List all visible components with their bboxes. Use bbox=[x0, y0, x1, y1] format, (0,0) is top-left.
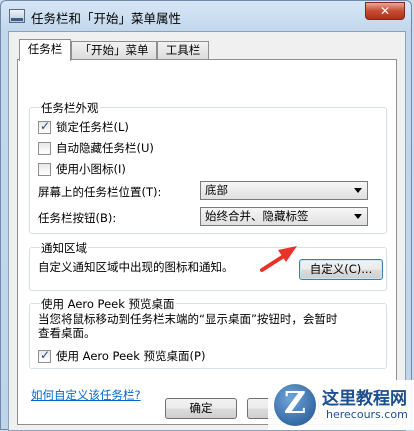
tab-taskbar[interactable]: 任务栏 bbox=[19, 39, 71, 61]
taskbar-buttons-select-value: 始终合并、隐藏标签 bbox=[205, 209, 309, 223]
ok-button[interactable]: 确定 bbox=[165, 398, 237, 419]
watermark-title: 这里教程网 bbox=[322, 389, 407, 409]
aero-peek-description-line2: 查看桌面。 bbox=[38, 326, 96, 340]
taskbar-app-icon bbox=[9, 9, 25, 23]
site-logo-icon: Z bbox=[274, 384, 316, 426]
location-select-value: 底部 bbox=[205, 183, 228, 197]
checkbox-checked-icon[interactable] bbox=[38, 348, 51, 363]
tab-panel-taskbar: 任务栏外观 锁定任务栏(L) 自动隐藏任务栏(U) 使用小图标(I) 屏幕上的任… bbox=[17, 59, 397, 425]
lock-taskbar-label: 锁定任务栏(L) bbox=[56, 120, 129, 134]
close-button[interactable]: ✕ bbox=[365, 2, 405, 20]
taskbar-buttons-select[interactable]: 始终合并、隐藏标签 bbox=[200, 207, 368, 226]
title-bar[interactable]: 任务栏和「开始」菜单属性 ✕ bbox=[1, 1, 411, 33]
checkbox-checked-icon[interactable] bbox=[38, 119, 51, 134]
customize-notification-button[interactable]: 自定义(C)... bbox=[299, 259, 383, 280]
auto-hide-checkbox[interactable]: 自动隐藏任务栏(U) bbox=[38, 140, 154, 156]
window-title: 任务栏和「开始」菜单属性 bbox=[31, 11, 182, 26]
aero-peek-checkbox[interactable]: 使用 Aero Peek 预览桌面(P) bbox=[38, 348, 205, 364]
tab-start-menu[interactable]: 「开始」菜单 bbox=[71, 41, 157, 59]
checkbox-unchecked-icon[interactable] bbox=[38, 141, 51, 155]
checkbox-unchecked-icon[interactable] bbox=[38, 162, 51, 176]
dialog-client-area: 任务栏 「开始」菜单 工具栏 任务栏外观 锁定任务栏(L) 自动隐藏任务栏(U)… bbox=[8, 31, 406, 431]
location-label: 屏幕上的任务栏位置(T): bbox=[38, 185, 162, 199]
properties-window: 任务栏和「开始」菜单属性 ✕ 任务栏 「开始」菜单 工具栏 任务栏外观 锁定任务… bbox=[0, 0, 412, 431]
site-logo-letter: Z bbox=[284, 386, 306, 421]
lock-taskbar-checkbox[interactable]: 锁定任务栏(L) bbox=[38, 119, 129, 135]
site-watermark: Z 这里教程网 herecours.com bbox=[268, 380, 414, 430]
small-icons-checkbox[interactable]: 使用小图标(I) bbox=[38, 161, 126, 177]
small-icons-label: 使用小图标(I) bbox=[56, 162, 126, 176]
help-link[interactable]: 如何自定义该任务栏? bbox=[31, 387, 141, 403]
aero-peek-description-line1: 当您将鼠标移动到任务栏末端的“显示桌面”按钮时，会暂时 bbox=[38, 312, 338, 326]
chevron-down-icon bbox=[354, 188, 362, 193]
aero-peek-checkbox-label: 使用 Aero Peek 预览桌面(P) bbox=[56, 349, 206, 363]
chevron-down-icon bbox=[354, 214, 362, 219]
location-select[interactable]: 底部 bbox=[200, 181, 368, 200]
group-title-appearance: 任务栏外观 bbox=[40, 100, 100, 116]
group-title-aero-peek: 使用 Aero Peek 预览桌面 bbox=[40, 296, 176, 312]
auto-hide-label: 自动隐藏任务栏(U) bbox=[56, 141, 154, 155]
tab-toolbars[interactable]: 工具栏 bbox=[157, 41, 209, 59]
watermark-subtitle: herecours.com bbox=[326, 408, 408, 421]
group-title-notification: 通知区域 bbox=[40, 240, 88, 256]
notification-description: 自定义通知区域中出现的图标和通知。 bbox=[38, 260, 234, 274]
taskbar-buttons-label: 任务栏按钮(B): bbox=[38, 211, 117, 225]
